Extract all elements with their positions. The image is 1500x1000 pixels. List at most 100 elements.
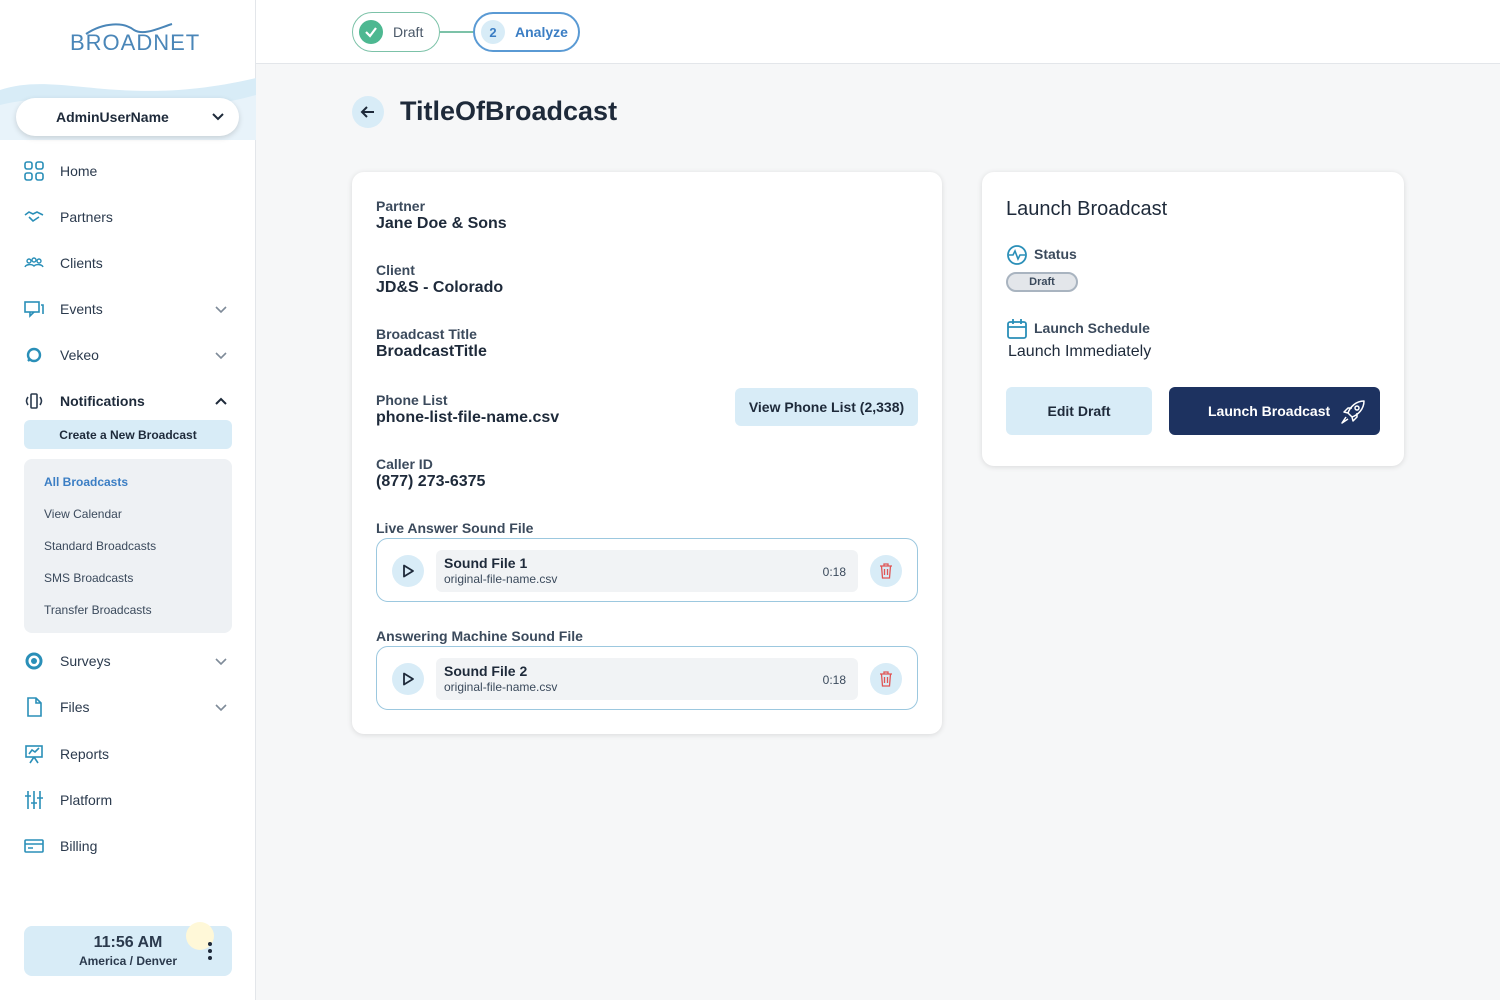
sidebar-item-files[interactable]: Files — [24, 687, 232, 727]
partner-label: Partner — [376, 198, 426, 214]
sound-file-filename: original-file-name.csv — [444, 680, 558, 694]
sidebar-item-label: Partners — [60, 209, 113, 225]
sound-file-card: Sound File 1 original-file-name.csv 0:18 — [376, 538, 918, 602]
step-label: Draft — [393, 24, 424, 40]
clock-time: 11:56 AM — [93, 934, 163, 951]
play-icon — [403, 672, 414, 686]
credit-card-icon — [24, 836, 44, 856]
chevron-down-icon — [215, 306, 227, 314]
submenu-item-transfer-broadcasts[interactable]: Transfer Broadcasts — [44, 603, 152, 617]
launch-schedule-label: Launch Schedule — [1034, 320, 1150, 336]
play-button[interactable] — [392, 663, 424, 695]
sound-file-name: Sound File 1 — [444, 555, 528, 571]
sidebar-item-label: Surveys — [60, 653, 111, 669]
sidebar-item-label: Notifications — [60, 393, 145, 409]
sidebar-item-label: Home — [60, 163, 98, 179]
user-select[interactable]: AdminUserName — [16, 98, 239, 136]
launch-broadcast-button[interactable]: Launch Broadcast — [1169, 387, 1380, 435]
view-phone-list-button[interactable]: View Phone List (2,338) — [735, 388, 918, 426]
sidebar-item-home[interactable]: Home — [24, 151, 232, 191]
step-draft[interactable]: Draft — [352, 12, 440, 52]
sound-file-name: Sound File 2 — [444, 663, 528, 679]
sliders-icon — [24, 790, 44, 810]
status-badge: Draft — [1006, 272, 1078, 292]
trash-icon — [880, 671, 892, 687]
edit-draft-button[interactable]: Edit Draft — [1006, 387, 1152, 435]
create-new-broadcast-button[interactable]: Create a New Broadcast — [24, 420, 232, 449]
calendar-icon — [1007, 319, 1027, 339]
brand-logo: BROADNET — [70, 30, 201, 55]
stepper-bar: Draft 2 Analyze — [256, 0, 1500, 64]
clock-timezone: America / Denver — [78, 954, 178, 968]
submenu-item-standard-broadcasts[interactable]: Standard Broadcasts — [44, 539, 156, 553]
sound-file-info: Sound File 1 original-file-name.csv 0:18 — [436, 550, 858, 592]
grid-icon — [24, 161, 44, 181]
play-button[interactable] — [392, 555, 424, 587]
sidebar-item-label: Platform — [60, 792, 113, 808]
live-answer-label: Live Answer Sound File — [376, 520, 534, 536]
chevron-down-icon — [215, 352, 227, 360]
step-label: Analyze — [515, 24, 568, 40]
broadcast-icon — [24, 391, 44, 411]
step-analyze[interactable]: 2 Analyze — [473, 12, 580, 52]
handshake-icon — [24, 207, 44, 227]
more-options-icon[interactable] — [208, 942, 212, 960]
sidebar-item-platform[interactable]: Platform — [24, 780, 232, 820]
users-icon — [24, 253, 44, 273]
delete-sound-button[interactable] — [870, 663, 902, 695]
chevron-down-icon — [215, 704, 227, 712]
phone-list-value: phone-list-file-name.csv — [376, 409, 560, 426]
page-title: TitleOfBroadcast — [400, 96, 618, 126]
launch-button-label: Launch Broadcast — [1208, 403, 1331, 419]
presentation-icon — [24, 744, 44, 764]
sidebar-item-billing[interactable]: Billing — [24, 826, 232, 866]
submenu-item-all-broadcasts[interactable]: All Broadcasts — [44, 475, 128, 489]
status-label: Status — [1034, 246, 1077, 262]
rocket-icon — [1341, 400, 1365, 424]
user-name: AdminUserName — [56, 109, 169, 125]
back-button[interactable] — [352, 96, 384, 128]
sidebar-item-label: Vekeo — [60, 347, 99, 363]
sound-file-info: Sound File 2 original-file-name.csv 0:18 — [436, 658, 858, 700]
step-number: 2 — [481, 20, 505, 44]
sidebar-item-notifications[interactable]: Notifications — [24, 381, 232, 421]
sidebar-item-partners[interactable]: Partners — [24, 197, 232, 237]
survey-icon — [24, 651, 44, 671]
sidebar-item-events[interactable]: Events — [24, 289, 232, 329]
delete-sound-button[interactable] — [870, 555, 902, 587]
sidebar-item-surveys[interactable]: Surveys — [24, 641, 232, 681]
phone-list-label: Phone List — [376, 392, 448, 408]
launch-broadcast-card: Launch Broadcast Status Draft Launch Sch… — [982, 172, 1404, 466]
chat-bubble-icon — [24, 345, 44, 365]
submenu-item-sms-broadcasts[interactable]: SMS Broadcasts — [44, 571, 133, 585]
sidebar: BROADNET AdminUserName Home Partners Cli… — [0, 0, 256, 1000]
chevron-up-icon — [215, 397, 227, 405]
sound-file-duration: 0:18 — [822, 673, 846, 687]
sidebar-item-clients[interactable]: Clients — [24, 243, 232, 283]
sidebar-item-label: Files — [60, 699, 90, 715]
sidebar-item-label: Events — [60, 301, 103, 317]
play-icon — [403, 564, 414, 578]
answering-machine-label: Answering Machine Sound File — [376, 628, 583, 644]
sidebar-item-label: Reports — [60, 746, 110, 762]
caller-id-value: (877) 273-6375 — [376, 473, 486, 490]
launch-card-title: Launch Broadcast — [1006, 198, 1168, 220]
submenu-item-view-calendar[interactable]: View Calendar — [44, 507, 122, 521]
sound-file-duration: 0:18 — [822, 565, 846, 579]
clock-widget: 11:56 AM America / Denver — [24, 922, 232, 976]
caller-id-label: Caller ID — [376, 456, 433, 472]
chevron-down-icon — [212, 113, 224, 121]
step-connector — [440, 31, 474, 33]
sidebar-item-reports[interactable]: Reports — [24, 734, 232, 774]
client-label: Client — [376, 262, 415, 278]
activity-icon — [1007, 245, 1027, 265]
chat-icon — [24, 299, 44, 319]
arrow-left-icon — [360, 106, 374, 118]
sidebar-item-vekeo[interactable]: Vekeo — [24, 335, 232, 375]
sidebar-item-label: Clients — [60, 255, 103, 271]
sound-file-filename: original-file-name.csv — [444, 572, 558, 586]
sidebar-item-label: Billing — [60, 838, 98, 854]
client-value: JD&S - Colorado — [376, 279, 504, 296]
chevron-down-icon — [215, 658, 227, 666]
check-icon — [359, 20, 383, 44]
